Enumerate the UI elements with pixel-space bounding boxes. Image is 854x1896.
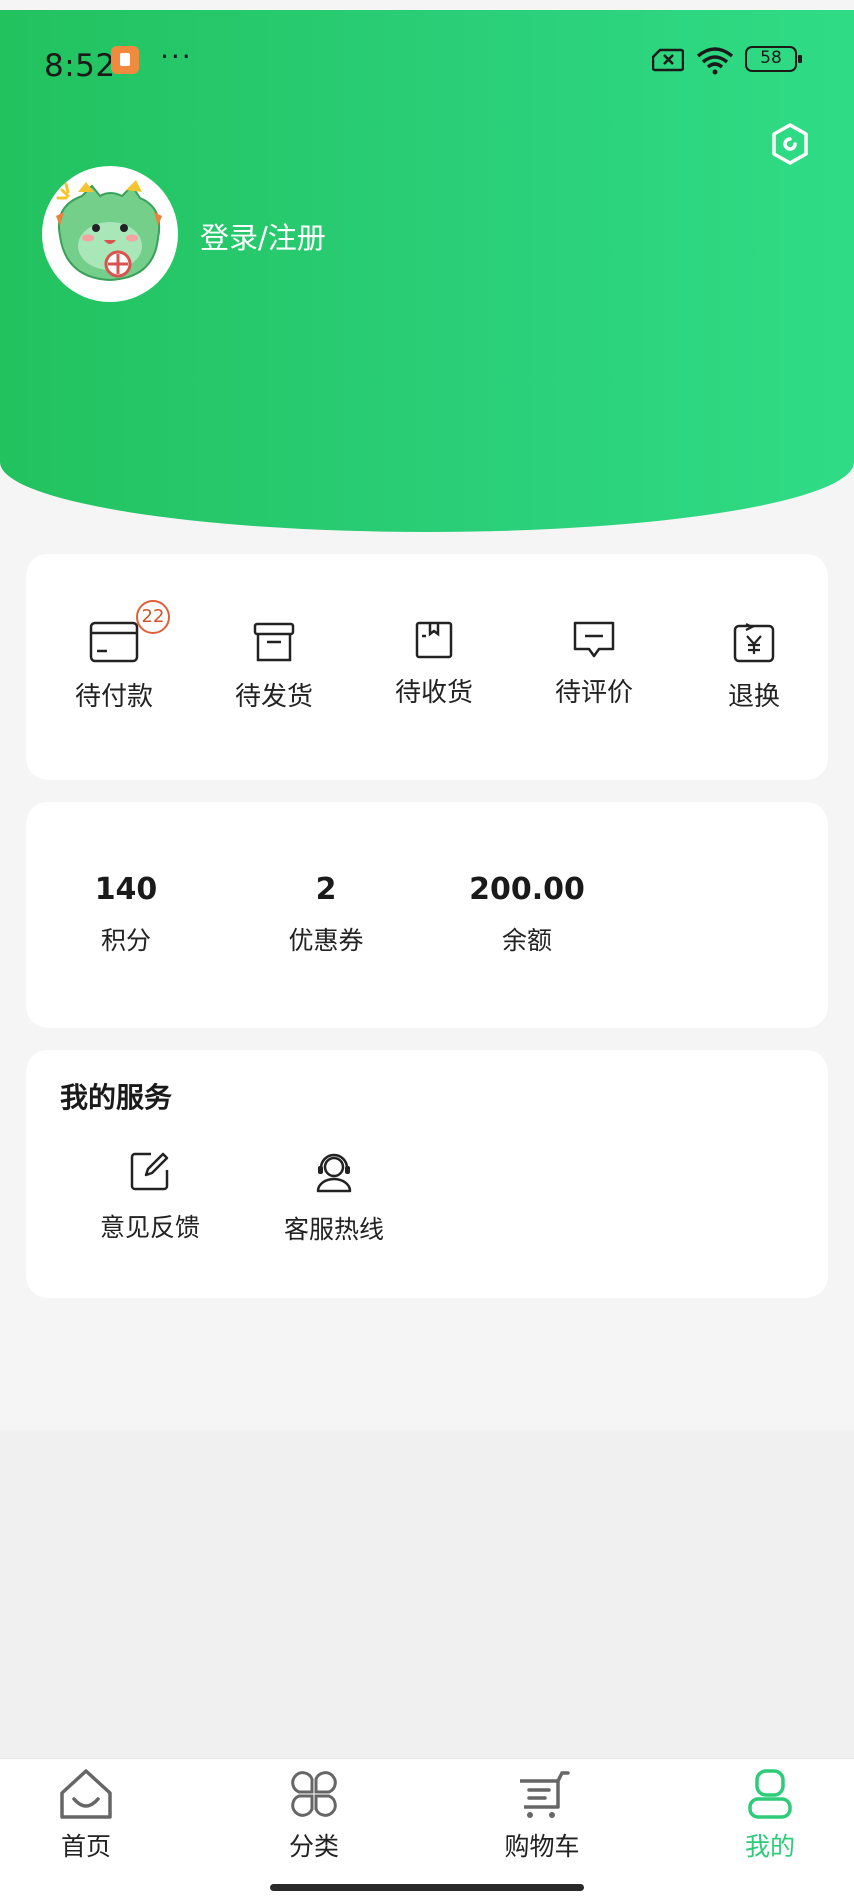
tab-label: 分类 (288, 1832, 339, 1861)
status-time: 8:52 (44, 48, 116, 84)
service-label: 客服热线 (283, 1215, 384, 1244)
box-icon (253, 622, 295, 662)
tab-cart[interactable]: 购物车 (472, 1767, 612, 1863)
home-indicator (270, 1884, 584, 1891)
cart-icon (520, 1771, 570, 1818)
battery-icon: 58 (745, 46, 802, 72)
category-icon (291, 1771, 337, 1817)
comment-icon (573, 621, 615, 658)
customer-service-icon (316, 1153, 352, 1193)
profile-icon (748, 1769, 792, 1819)
balance-value: 200.00 (469, 872, 585, 907)
order-status-card: 22 待付款 待发货 待收货 待评价 退换 (26, 554, 828, 780)
tab-label: 我的 (744, 1832, 795, 1861)
tab-mine[interactable]: 我的 (700, 1767, 840, 1863)
order-item-label: 待发货 (234, 682, 313, 712)
my-services-card: 我的服务 意见反馈 客服热线 (26, 1050, 828, 1298)
avatar[interactable] (42, 166, 178, 302)
services-title: 我的服务 (60, 1081, 173, 1114)
dragon-mascot-icon (44, 168, 176, 300)
feedback-service[interactable]: 意见反馈 (80, 1150, 220, 1244)
pending-payment-badge: 22 (136, 600, 170, 634)
order-pending-review[interactable]: 待评价 (524, 620, 664, 709)
points-value: 140 (94, 872, 158, 907)
balance-stat[interactable]: 200.00 余额 (447, 872, 607, 957)
order-pending-shipment[interactable]: 待发货 (204, 620, 344, 713)
wallet-card-icon (89, 621, 139, 663)
order-pending-payment[interactable]: 22 待付款 (44, 600, 184, 713)
package-icon (415, 621, 453, 659)
order-item-label: 待评价 (554, 678, 633, 708)
refund-yen-icon (733, 623, 775, 663)
more-notifications-icon: ··· (160, 40, 193, 73)
login-register-link[interactable]: 登录/注册 (200, 215, 326, 257)
home-icon (60, 1769, 112, 1819)
coupons-label: 优惠券 (288, 926, 364, 955)
order-pending-receipt[interactable]: 待收货 (364, 620, 504, 709)
battery-level: 58 (760, 48, 782, 68)
tab-category[interactable]: 分类 (244, 1767, 384, 1863)
order-refund[interactable]: 退换 (684, 620, 824, 713)
coupons-stat[interactable]: 2 优惠券 (246, 872, 406, 957)
app-notification-icon (111, 46, 139, 74)
order-item-label: 待收货 (394, 678, 473, 708)
points-stat[interactable]: 140 积分 (46, 872, 206, 957)
points-label: 积分 (100, 926, 151, 955)
status-bar: 8:52 ··· 58 (0, 10, 854, 128)
edit-feedback-icon (130, 1152, 169, 1191)
order-item-label: 待付款 (74, 682, 153, 712)
order-item-label: 退换 (727, 682, 780, 712)
customer-service-hotline[interactable]: 客服热线 (264, 1150, 404, 1246)
bottom-tab-bar: 首页 分类 购物车 我的 (0, 1758, 854, 1896)
profile-header: 8:52 ··· 58 登录/注册 (0, 10, 854, 532)
no-sim-icon (652, 48, 684, 72)
tab-home[interactable]: 首页 (16, 1767, 156, 1863)
account-assets-card: 140 积分 2 优惠券 200.00 余额 (26, 802, 828, 1028)
coupons-value: 2 (315, 872, 337, 907)
wifi-icon (696, 47, 734, 75)
settings-icon[interactable] (768, 122, 812, 166)
service-label: 意见反馈 (99, 1213, 200, 1242)
tab-label: 首页 (60, 1832, 111, 1861)
balance-label: 余额 (501, 926, 552, 955)
tab-label: 购物车 (504, 1832, 580, 1861)
